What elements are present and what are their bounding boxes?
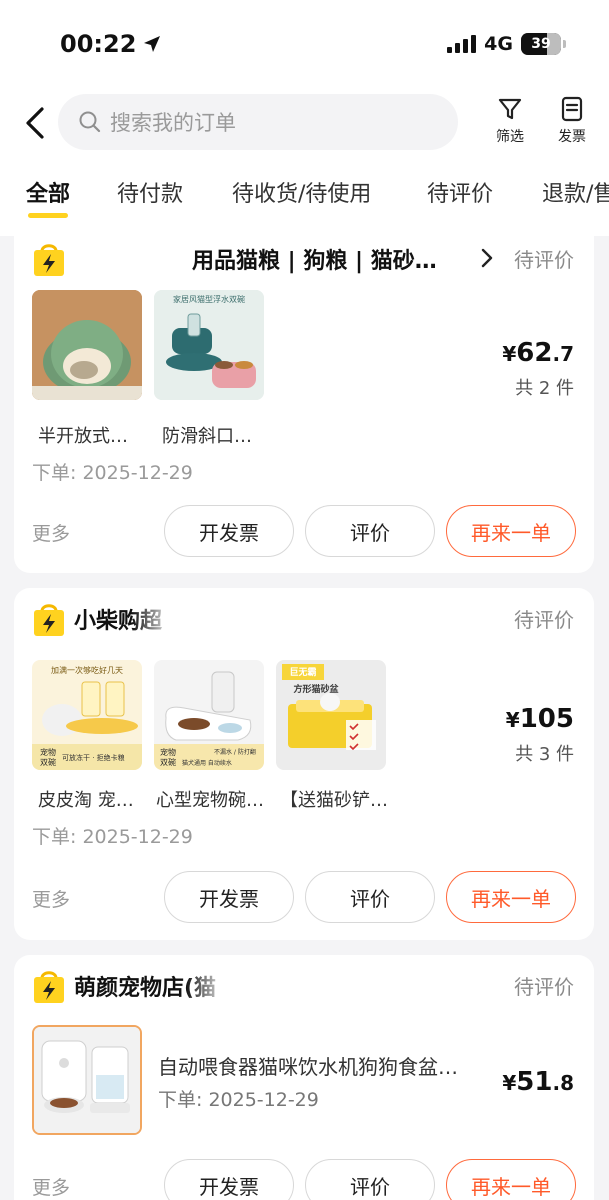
shop-name[interactable]: 萌颜宠物店(猫 bbox=[74, 970, 247, 1002]
product-thumbnail[interactable]: 巨无霸 方形猫砂盆 bbox=[276, 660, 386, 770]
order-price: ¥62.7 bbox=[502, 338, 574, 368]
tab-refund[interactable]: 退款/售 bbox=[542, 176, 609, 208]
shop-bag-icon bbox=[34, 971, 64, 1003]
time-text: 00:22 bbox=[60, 30, 137, 58]
product-label: 【送猫砂铲… bbox=[280, 790, 388, 811]
battery-level: 39 bbox=[531, 36, 551, 52]
invoice-button[interactable]: 发票 bbox=[544, 96, 600, 146]
shop-name[interactable]: 小柴购超 bbox=[74, 603, 193, 635]
more-button[interactable]: 更多 bbox=[32, 885, 70, 912]
location-arrow-icon bbox=[144, 36, 161, 52]
search-placeholder: 搜索我的订单 bbox=[110, 111, 236, 135]
item-count: 共 2 件 bbox=[515, 378, 574, 399]
tab-pending-receipt[interactable]: 待收货/待使用 bbox=[232, 176, 371, 208]
product-thumbnail[interactable] bbox=[32, 290, 142, 400]
invoice-label: 发票 bbox=[558, 129, 586, 145]
tab-active-indicator bbox=[28, 213, 69, 218]
tab-label: 退款/售 bbox=[542, 182, 609, 207]
order-date: 下单: 2025-12-29 bbox=[32, 826, 193, 848]
status-time: 00:22 bbox=[60, 30, 162, 58]
order-tabs: 全部 待付款 待收货/待使用 待评价 退款/售 bbox=[0, 170, 609, 220]
tab-pending-review[interactable]: 待评价 bbox=[427, 176, 493, 208]
battery-icon: 39 bbox=[521, 33, 566, 55]
filter-button[interactable]: 筛选 bbox=[482, 96, 538, 146]
review-button[interactable]: 评价 bbox=[305, 871, 435, 923]
status-bar: 00:22 4G 39 bbox=[0, 0, 609, 90]
network-label: 4G bbox=[484, 33, 513, 55]
reorder-button[interactable]: 再来一单 bbox=[446, 1159, 576, 1200]
cat-bed-image bbox=[32, 290, 142, 400]
filter-label: 筛选 bbox=[496, 129, 524, 145]
order-status: 待评价 bbox=[514, 248, 574, 272]
review-button[interactable]: 评价 bbox=[305, 1159, 435, 1200]
svg-text:可放冻干 · 拒绝卡粮: 可放冻干 · 拒绝卡粮 bbox=[62, 753, 125, 762]
litter-box-image: 巨无霸 方形猫砂盆 bbox=[276, 660, 386, 770]
signal-icon bbox=[447, 35, 477, 53]
order-price: ¥105 bbox=[505, 704, 574, 734]
tab-all[interactable]: 全部 bbox=[26, 176, 71, 218]
filter-icon bbox=[498, 98, 522, 120]
svg-text:不漏水 / 防打翻: 不漏水 / 防打翻 bbox=[214, 748, 256, 756]
tab-pending-payment[interactable]: 待付款 bbox=[117, 176, 183, 208]
order-status: 待评价 bbox=[514, 975, 574, 999]
heart-bowl-image: 宠物 双碗 不漏水 / 防打翻 猫犬通用 自动续水 bbox=[154, 660, 264, 770]
invoice-icon bbox=[561, 96, 583, 122]
shop-name[interactable]: 用品猫粮 | 狗粮 | 猫砂… bbox=[74, 243, 437, 275]
svg-text:巨无霸: 巨无霸 bbox=[289, 666, 316, 678]
product-label: 皮皮淘 宠… bbox=[38, 790, 134, 811]
product-label: 心型宠物碗… bbox=[156, 790, 264, 811]
svg-text:加满一次够吃好几天: 加满一次够吃好几天 bbox=[51, 665, 123, 675]
search-row: 搜索我的订单 筛选 发票 bbox=[0, 90, 609, 156]
status-right: 4G 39 bbox=[447, 33, 566, 55]
reorder-button[interactable]: 再来一单 bbox=[446, 871, 576, 923]
order-price: ¥51.8 bbox=[502, 1067, 574, 1097]
product-title[interactable]: 自动喂食器猫咪饮水机狗狗食盆… bbox=[158, 1051, 488, 1080]
invoice-request-button[interactable]: 开发票 bbox=[164, 1159, 294, 1200]
svg-text:猫犬通用 自动续水: 猫犬通用 自动续水 bbox=[182, 759, 232, 767]
shop-bag-icon bbox=[34, 604, 64, 636]
tab-label: 待收货/待使用 bbox=[232, 182, 372, 207]
invoice-request-button[interactable]: 开发票 bbox=[164, 505, 294, 557]
item-count: 共 3 件 bbox=[515, 744, 574, 765]
shop-bag-icon bbox=[34, 244, 64, 276]
more-button[interactable]: 更多 bbox=[32, 1173, 70, 1200]
top-header: 00:22 4G 39 搜索我的订单 筛选 发票 全部 待付款 待收货/待使用 … bbox=[0, 0, 609, 236]
pet-bowl-image: 家居风猫型浮水双碗 bbox=[154, 290, 264, 400]
search-icon bbox=[79, 111, 101, 133]
svg-text:双碗: 双碗 bbox=[40, 757, 56, 767]
svg-text:宠物: 宠物 bbox=[40, 747, 56, 757]
order-card[interactable]: 小柴购超 待评价 加满一次够吃好几天 宠物 双碗 可放冻干 · 拒绝卡粮 皮皮淘… bbox=[14, 588, 594, 940]
invoice-request-button[interactable]: 开发票 bbox=[164, 871, 294, 923]
order-date: 下单: 2025-12-29 bbox=[158, 1089, 319, 1111]
product-thumbnail[interactable] bbox=[32, 1025, 142, 1135]
chevron-right-icon[interactable] bbox=[480, 248, 494, 268]
tab-label: 待评价 bbox=[427, 182, 494, 207]
order-status: 待评价 bbox=[514, 608, 574, 632]
product-label: 半开放式… bbox=[38, 426, 128, 447]
auto-feeder-image bbox=[34, 1027, 140, 1133]
product-label: 防滑斜口… bbox=[162, 426, 252, 447]
product-thumbnail[interactable]: 宠物 双碗 不漏水 / 防打翻 猫犬通用 自动续水 bbox=[154, 660, 264, 770]
svg-text:宠物: 宠物 bbox=[160, 747, 176, 757]
review-button[interactable]: 评价 bbox=[305, 505, 435, 557]
order-card[interactable]: 用品猫粮 | 狗粮 | 猫砂… 待评价 半开放式… 家居风猫型浮水双碗 防滑斜口… bbox=[14, 228, 594, 573]
order-card[interactable]: 萌颜宠物店(猫 待评价 自动喂食器猫咪饮水机狗狗食盆… 下单: 2025-12-… bbox=[14, 955, 594, 1200]
reorder-button[interactable]: 再来一单 bbox=[446, 505, 576, 557]
svg-text:方形猫砂盆: 方形猫砂盆 bbox=[293, 683, 339, 695]
back-arrow-icon[interactable] bbox=[22, 106, 48, 140]
more-button[interactable]: 更多 bbox=[32, 519, 70, 546]
svg-text:双碗: 双碗 bbox=[160, 757, 176, 767]
tab-label: 全部 bbox=[26, 182, 71, 207]
search-input[interactable]: 搜索我的订单 bbox=[58, 94, 458, 150]
tab-label: 待付款 bbox=[117, 182, 184, 207]
product-thumbnail[interactable]: 加满一次够吃好几天 宠物 双碗 可放冻干 · 拒绝卡粮 bbox=[32, 660, 142, 770]
product-thumbnail[interactable]: 家居风猫型浮水双碗 bbox=[154, 290, 264, 400]
order-date: 下单: 2025-12-29 bbox=[32, 462, 193, 484]
svg-text:家居风猫型浮水双碗: 家居风猫型浮水双碗 bbox=[173, 294, 245, 304]
pet-feeder-image: 加满一次够吃好几天 宠物 双碗 可放冻干 · 拒绝卡粮 bbox=[32, 660, 142, 770]
